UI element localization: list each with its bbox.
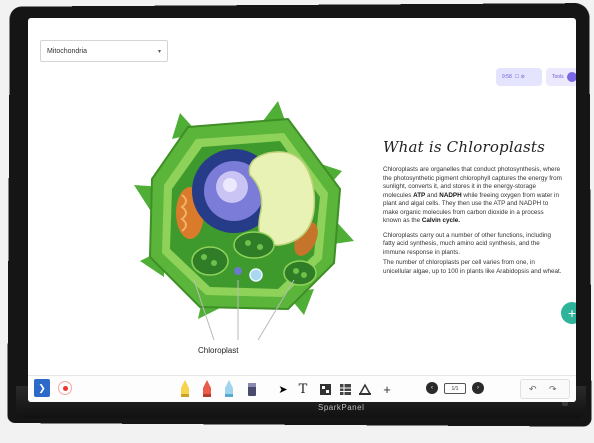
text-icon[interactable]: T <box>296 380 310 398</box>
organelle-select[interactable]: Mitochondria ▾ <box>40 40 168 62</box>
next-page-button[interactable]: › <box>472 382 484 394</box>
screen: Mitochondria ▾ 9:58 ☐ ⊘ Tools Chloroplas… <box>28 18 576 402</box>
tools-dot-icon <box>566 72 576 82</box>
add-button[interactable]: + <box>561 302 576 324</box>
prev-page-button[interactable]: ‹ <box>426 382 438 394</box>
top-right-controls: 9:58 ☐ ⊘ Tools <box>496 68 576 86</box>
record-icon <box>62 385 68 391</box>
redo-icon[interactable]: ↷ <box>549 384 557 395</box>
shapes-icon[interactable] <box>318 380 332 398</box>
record-button[interactable] <box>58 381 72 395</box>
tools-pill[interactable]: Tools <box>546 68 576 86</box>
organelle-select-value: Mitochondria <box>47 47 88 55</box>
move-icon[interactable]: + <box>380 380 394 398</box>
ruler-icon[interactable] <box>358 380 372 398</box>
chevron-down-icon: ▾ <box>157 48 161 55</box>
article-paragraph-2: Chloroplasts carry out a number of other… <box>383 231 552 256</box>
bottom-toolbar: ❯ ➤ T + ‹ 1/1 › ↶ ↷ <box>28 375 576 402</box>
timer-sub: ☐ ⊘ <box>514 74 525 80</box>
undo-icon[interactable]: ↶ <box>529 384 537 395</box>
brand-label: SparkPanel <box>318 403 365 412</box>
tools-label: Tools <box>552 74 564 80</box>
page-indicator: 1/1 <box>444 383 466 394</box>
table-icon[interactable] <box>338 380 352 398</box>
eraser-icon[interactable] <box>246 380 258 398</box>
callout-label: Chloroplast <box>198 346 239 355</box>
callout-lines <box>194 280 295 341</box>
article-title: What is Chloroplasts <box>383 138 546 156</box>
article-paragraph-3: The number of chloroplasts per cell vari… <box>383 259 562 275</box>
pointer-icon[interactable]: ➤ <box>276 380 290 398</box>
timer-label: 9:58 <box>502 74 512 80</box>
pen-blue-icon[interactable] <box>222 380 236 398</box>
undo-redo-group: ↶ ↷ <box>520 379 570 399</box>
article: What is Chloroplasts Chloroplasts are or… <box>383 138 563 282</box>
article-paragraph-1: Chloroplasts are organelles that conduct… <box>383 166 562 224</box>
pen-red-icon[interactable] <box>200 380 214 398</box>
timer-pill[interactable]: 9:58 ☐ ⊘ <box>496 68 542 86</box>
pen-yellow-icon[interactable] <box>178 380 192 398</box>
menu-toggle-button[interactable]: ❯ <box>34 379 50 397</box>
